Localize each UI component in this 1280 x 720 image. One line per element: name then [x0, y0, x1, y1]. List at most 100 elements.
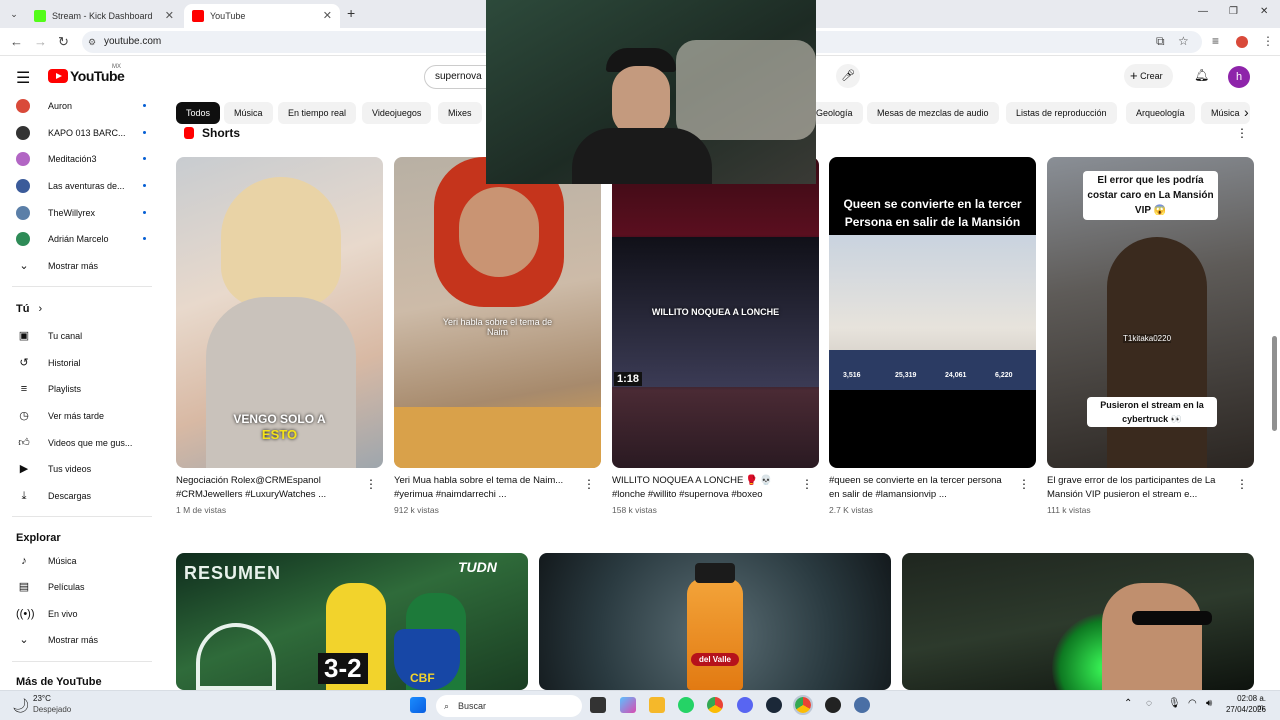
forward-icon[interactable]: → — [34, 34, 47, 49]
create-button[interactable]: + Crear — [1124, 64, 1173, 88]
hamburger-menu-icon[interactable]: ☰ — [16, 68, 30, 88]
site-info-icon[interactable]: ⚙ — [88, 31, 96, 53]
media-control-icon[interactable]: ≡ — [1212, 34, 1219, 48]
sidebar-item-watch-later[interactable]: ◷ Ver más tarde — [16, 406, 146, 426]
short-card[interactable]: WILLITO NOQUEA A LONCHE 1:18 WILLITO NOQ… — [612, 157, 819, 515]
video-thumbnail[interactable] — [902, 553, 1254, 690]
install-app-icon[interactable]: ⧉ — [1156, 34, 1165, 49]
chip-all[interactable]: Todos — [176, 102, 221, 124]
more-options-icon[interactable]: ⋮ — [1236, 477, 1248, 491]
more-options-icon[interactable]: ⋮ — [365, 477, 377, 491]
discord-icon[interactable] — [737, 697, 753, 713]
short-card[interactable]: VENGO SOLO A ESTO Negociación Rolex@CRME… — [176, 157, 383, 515]
chip-music[interactable]: Música — [224, 102, 273, 124]
clock-date[interactable]: 27/04/2026 — [1222, 705, 1266, 714]
short-thumbnail[interactable]: VENGO SOLO A ESTO — [176, 157, 383, 468]
short-thumbnail[interactable]: El error que les podría costar caro en L… — [1047, 157, 1254, 468]
chrome-icon[interactable] — [707, 697, 723, 713]
taskbar-search[interactable]: ⌕ Buscar — [436, 695, 582, 717]
wifi-icon[interactable]: ◠ — [1188, 698, 1197, 709]
file-explorer-icon[interactable] — [649, 697, 665, 713]
chip-playlists[interactable]: Listas de reproducción — [1006, 102, 1117, 124]
sidebar-item-downloads[interactable]: ⤓ Descargas — [16, 486, 146, 506]
obs-icon[interactable] — [825, 697, 841, 713]
sidebar-item-playlists[interactable]: ≡ Playlists — [16, 379, 146, 399]
voice-search-mic-icon[interactable]: 🎤︎ — [836, 64, 860, 88]
short-title[interactable]: Negociación Rolex@CRMEspanol #CRMJewelle… — [176, 474, 361, 502]
chip-mixes[interactable]: Mixes — [438, 102, 482, 124]
sidebar-item-liked-videos[interactable]: 👍︎ Videos que me gus... — [16, 433, 146, 453]
subscription-item[interactable]: Meditación3 — [16, 149, 146, 169]
subscription-item[interactable]: Las aventuras de... — [16, 176, 146, 196]
sidebar-item-your-channel[interactable]: ▣ Tu canal — [16, 326, 146, 346]
close-tab-icon[interactable]: ✕ — [165, 9, 174, 22]
short-title[interactable]: #queen se convierte en la tercer persona… — [829, 474, 1014, 502]
steam-icon[interactable] — [766, 697, 782, 713]
avatar[interactable]: h — [1228, 66, 1250, 88]
task-view-icon[interactable] — [590, 697, 606, 713]
video-thumbnail[interactable]: RESUMEN TUDN 3-2 CBF — [176, 553, 528, 690]
sidebar-item-label: Tu canal — [48, 331, 83, 341]
maximize-icon[interactable]: ❐ — [1229, 6, 1238, 17]
volume-icon[interactable]: 🔊︎ — [1206, 698, 1212, 709]
chip-audio-mixers[interactable]: Mesas de mezclas de audio — [867, 102, 999, 124]
chip-music-2[interactable]: Música — [1201, 102, 1250, 124]
chips-next-chevron-icon[interactable]: › — [1244, 104, 1249, 120]
subscription-item[interactable]: TheWillyrex — [16, 203, 146, 223]
short-title[interactable]: El grave error de los participantes de L… — [1047, 474, 1232, 502]
you-section-link[interactable]: Tú › — [16, 303, 42, 315]
short-title[interactable]: WILLITO NOQUEA A LONCHE 🥊 💀 #lonche #wil… — [612, 474, 797, 502]
tray-chevron-up-icon[interactable]: ⌃ — [1124, 698, 1132, 709]
youtube-logo[interactable]: YouTube MX — [48, 64, 125, 84]
short-thumbnail[interactable]: Yeri habla sobre el tema de Naim — [394, 157, 601, 468]
bookmark-star-icon[interactable]: ☆ — [1178, 34, 1189, 48]
tab-search-icon[interactable]: ⌄ — [6, 6, 22, 22]
chrome-active-icon[interactable] — [793, 695, 813, 715]
notifications-bell-icon[interactable]: 🔔︎ — [1194, 68, 1209, 82]
sidebar-item-history[interactable]: ↺ Historial — [16, 353, 146, 373]
settings-gear-icon[interactable] — [854, 697, 870, 713]
tab-youtube[interactable]: YouTube ✕ — [184, 4, 340, 28]
menu-dots-icon[interactable]: ⋮ — [1262, 34, 1274, 48]
download-icon: ⤓ — [21, 490, 27, 502]
shorts-more-options-icon[interactable]: ⋮ — [1236, 126, 1248, 140]
chip-live[interactable]: En tiempo real — [278, 102, 357, 124]
reload-icon[interactable]: ↻ — [58, 34, 69, 50]
sidebar-item-movies[interactable]: ▤ Películas — [16, 577, 146, 597]
close-tab-icon[interactable]: ✕ — [323, 9, 332, 22]
sidebar-item-your-videos[interactable]: ▶ Tus videos — [16, 459, 146, 479]
minimize-icon[interactable]: — — [1198, 6, 1208, 17]
sidebar-item-music[interactable]: ♪ Música — [16, 551, 146, 571]
more-options-icon[interactable]: ⋮ — [1018, 477, 1030, 491]
subscription-item[interactable]: Adrián Marcelo — [16, 229, 146, 249]
short-card[interactable]: Yeri habla sobre el tema de Naim Yeri Mu… — [394, 157, 601, 515]
tab-kick-dashboard[interactable]: Stream - Kick Dashboard ✕ — [26, 4, 182, 28]
network-icon[interactable]: ◌ — [1146, 698, 1152, 709]
sidebar-item-live[interactable]: ((•)) En vivo — [16, 604, 146, 624]
short-card[interactable]: El error que les podría costar caro en L… — [1047, 157, 1254, 515]
short-caption: ESTO — [261, 427, 298, 442]
short-card[interactable]: Queen se convierte en la tercer Persona … — [829, 157, 1036, 515]
new-tab-icon[interactable]: + — [347, 5, 355, 21]
short-title[interactable]: Yeri Mua habla sobre el tema de Naim... … — [394, 474, 579, 502]
show-more-subscriptions[interactable]: ⌄ Mostrar más — [16, 256, 146, 276]
show-more-explore[interactable]: ⌄ Mostrar más — [16, 630, 146, 650]
chip-gaming[interactable]: Videojuegos — [362, 102, 432, 124]
page-scrollbar[interactable] — [1270, 56, 1280, 690]
subscription-item[interactable]: KAPO 013 BARC... — [16, 123, 146, 143]
close-window-icon[interactable]: ✕ — [1260, 6, 1268, 17]
video-thumbnail[interactable]: del Valle — [539, 553, 891, 690]
back-icon[interactable]: ← — [10, 34, 23, 49]
whatsapp-icon[interactable] — [678, 697, 694, 713]
microphone-icon[interactable]: 🎙︎ — [1168, 698, 1181, 709]
scrollbar-thumb[interactable] — [1272, 336, 1277, 431]
windows-start-icon[interactable] — [410, 697, 426, 713]
copilot-icon[interactable] — [620, 697, 636, 713]
chip-archaeology[interactable]: Arqueología — [1126, 102, 1195, 124]
subscription-item[interactable]: Auron — [16, 96, 146, 116]
short-thumbnail[interactable]: Queen se convierte en la tercer Persona … — [829, 157, 1036, 468]
more-options-icon[interactable]: ⋮ — [801, 477, 813, 491]
more-options-icon[interactable]: ⋮ — [583, 477, 595, 491]
profile-icon[interactable] — [1236, 36, 1248, 48]
short-thumbnail[interactable]: WILLITO NOQUEA A LONCHE 1:18 — [612, 157, 819, 468]
